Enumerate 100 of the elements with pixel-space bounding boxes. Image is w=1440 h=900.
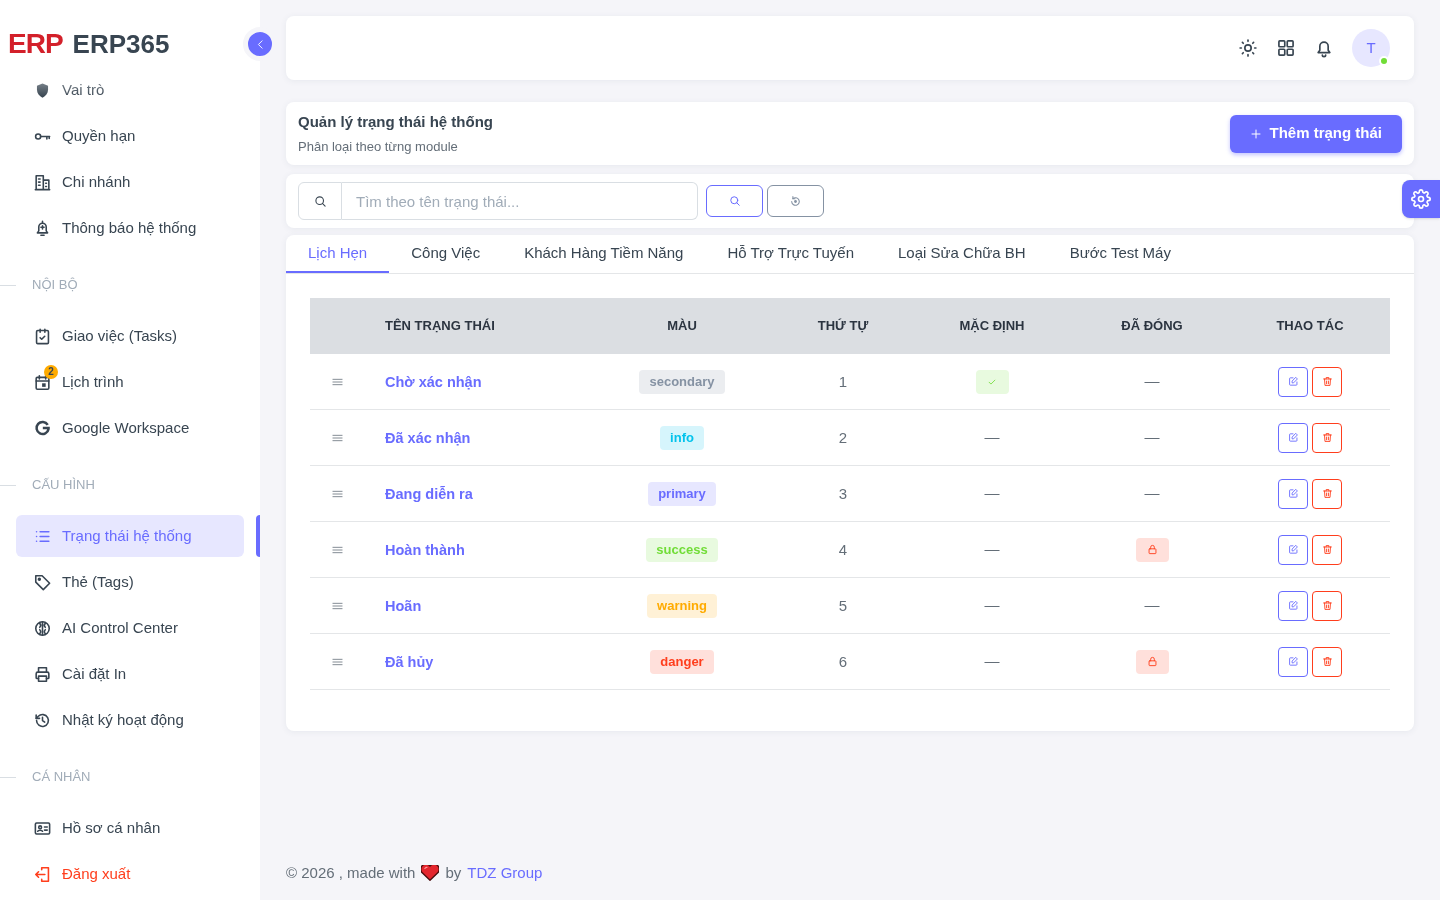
status-name-link[interactable]: Đã xác nhận xyxy=(385,429,471,446)
status-name-link[interactable]: Hoãn xyxy=(385,597,422,614)
tab[interactable]: Khách Hàng Tiềm Năng xyxy=(502,235,706,273)
page-subtitle: Phân loại theo từng module xyxy=(298,137,459,156)
edit-button[interactable] xyxy=(1278,422,1308,453)
status-name-link[interactable]: Hoàn thành xyxy=(385,541,465,558)
footer-by: by xyxy=(445,863,462,883)
calendar-check-icon xyxy=(33,326,52,346)
status-name-link[interactable]: Chờ xác nhận xyxy=(385,373,482,390)
delete-button[interactable] xyxy=(1312,590,1342,621)
building-icon xyxy=(33,172,52,192)
sidebar-item[interactable]: Cài đặt In xyxy=(16,653,244,695)
edit-icon xyxy=(1287,544,1299,555)
delete-button[interactable] xyxy=(1312,422,1342,453)
edit-icon xyxy=(1287,432,1299,443)
order-number: 2 xyxy=(838,428,848,446)
color-tag: success xyxy=(646,537,718,562)
sidebar-item[interactable]: 2 Lịch trình xyxy=(16,361,244,403)
tab[interactable]: Bước Test Máy xyxy=(1047,235,1193,273)
drag-handle-icon[interactable] xyxy=(332,377,343,386)
empty-dash: — xyxy=(984,651,1000,672)
settings-icon xyxy=(1411,189,1431,209)
empty-dash: — xyxy=(984,427,1000,448)
delete-button[interactable] xyxy=(1312,366,1342,397)
tab[interactable]: Hỗ Trợ Trực Tuyến xyxy=(705,235,876,273)
settings-button[interactable] xyxy=(1402,180,1440,218)
grid-icon[interactable] xyxy=(1276,38,1296,58)
circular-arrow-icon xyxy=(789,194,802,208)
sidebar-item[interactable]: Đăng xuất xyxy=(16,853,244,895)
reset-button[interactable] xyxy=(767,185,824,217)
delete-button[interactable] xyxy=(1312,534,1342,565)
status-name-link[interactable]: Đã hủy xyxy=(385,653,434,670)
drag-handle-icon[interactable] xyxy=(332,545,343,554)
trash-icon xyxy=(1321,600,1333,611)
drag-handle-icon[interactable] xyxy=(332,657,343,666)
drag-handle-icon[interactable] xyxy=(332,601,343,610)
active-item-indicator xyxy=(256,515,260,557)
app-name: ERP365 xyxy=(72,31,170,57)
search-button[interactable] xyxy=(706,185,763,217)
printer-icon xyxy=(33,664,52,684)
company-link[interactable]: TDZ Group xyxy=(467,862,543,884)
edit-icon xyxy=(1287,600,1299,611)
sidebar-item[interactable]: Thẻ (Tags) xyxy=(16,561,244,603)
sidebar-item[interactable]: Chi nhánh xyxy=(16,161,244,203)
column-header: TÊN TRẠNG THÁI xyxy=(385,318,495,334)
drag-handle-icon[interactable] xyxy=(332,489,343,498)
sidebar-item[interactable]: AI Control Center xyxy=(16,607,244,649)
color-tag: primary xyxy=(648,481,716,506)
sidebar-item[interactable]: Thông báo hệ thống xyxy=(16,207,244,249)
column-header: MẶC ĐỊNH xyxy=(959,318,1025,334)
tab[interactable]: Loại Sửa Chữa BH xyxy=(876,235,1048,273)
sidebar-item[interactable]: Giao việc (Tasks) xyxy=(16,315,244,357)
empty-dash: — xyxy=(1144,595,1160,616)
sidebar-item[interactable]: Nhật ký hoạt động xyxy=(16,699,244,741)
sidebar-item[interactable]: Google Workspace xyxy=(16,407,244,449)
column-header: THỨ TỰ xyxy=(817,318,869,334)
trash-icon xyxy=(1321,488,1333,499)
edit-button[interactable] xyxy=(1278,590,1308,621)
edit-button[interactable] xyxy=(1278,478,1308,509)
g-logo-icon xyxy=(33,418,52,438)
section-heading: CÁ NHÂN xyxy=(32,768,91,787)
logo-mark: ERP xyxy=(8,30,63,58)
tag-icon xyxy=(33,572,52,592)
empty-dash: — xyxy=(1144,371,1160,392)
edit-icon xyxy=(1287,656,1299,667)
drag-handle-icon[interactable] xyxy=(332,433,343,442)
count-badge: 2 xyxy=(44,364,58,379)
page-title: Quản lý trạng thái hệ thống xyxy=(298,111,493,132)
sidebar-item[interactable]: Hồ sơ cá nhân xyxy=(16,807,244,849)
trash-icon xyxy=(1321,656,1333,667)
empty-dash: — xyxy=(984,595,1000,616)
empty-dash: — xyxy=(1144,483,1160,504)
edit-button[interactable] xyxy=(1278,646,1308,677)
add-status-button[interactable]: Thêm trạng thái xyxy=(1230,114,1402,153)
delete-button[interactable] xyxy=(1312,478,1342,509)
sidebar-item[interactable]: Quyền hạn xyxy=(16,115,244,157)
status-name-link[interactable]: Đang diễn ra xyxy=(385,485,473,502)
delete-button[interactable] xyxy=(1312,646,1342,677)
bell-icon[interactable] xyxy=(1314,38,1334,58)
edit-button[interactable] xyxy=(1278,366,1308,397)
footer-credit: © 2026 , made with xyxy=(286,863,416,883)
section-heading: NỘI BỘ xyxy=(32,276,78,295)
tab[interactable]: Công Việc xyxy=(389,235,503,273)
trash-icon xyxy=(1321,432,1333,443)
sidebar-item[interactable]: Vai trò xyxy=(16,69,244,111)
logout-icon xyxy=(33,864,52,884)
empty-dash: — xyxy=(1144,427,1160,448)
search-field[interactable]: Tìm theo tên trạng thái... xyxy=(342,182,698,220)
search-icon xyxy=(728,195,741,207)
section-heading: CẤU HÌNH xyxy=(32,476,95,495)
tab[interactable]: Lịch Hẹn xyxy=(286,235,390,273)
edit-icon xyxy=(1287,488,1299,499)
edit-icon xyxy=(1287,376,1299,387)
empty-dash: — xyxy=(984,539,1000,560)
column-header: ĐÃ ĐÓNG xyxy=(1121,318,1183,334)
heart-icon xyxy=(421,865,440,881)
edit-button[interactable] xyxy=(1278,534,1308,565)
order-number: 4 xyxy=(838,540,848,558)
color-tag: info xyxy=(660,425,704,450)
sun-icon[interactable] xyxy=(1238,38,1258,58)
